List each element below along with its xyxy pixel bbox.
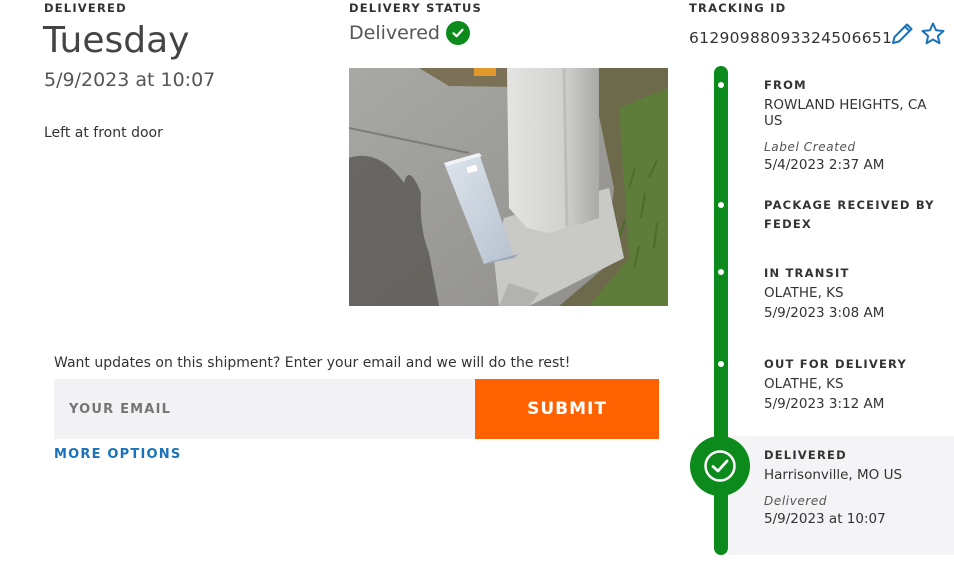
star-icon[interactable] xyxy=(920,21,946,47)
event-title: OUT FOR DELIVERY xyxy=(764,357,907,371)
check-circle-icon xyxy=(445,21,470,45)
delivery-photo[interactable] xyxy=(349,68,668,306)
submit-button[interactable]: SUBMIT xyxy=(475,379,659,439)
event-time: 5/9/2023 3:12 AM xyxy=(764,396,885,412)
event-time: 5/9/2023 at 10:07 xyxy=(764,511,886,527)
event-note: Delivered xyxy=(764,494,828,508)
event-title: PACKAGE RECEIVED BY FEDEX xyxy=(764,198,935,231)
delivery-note: Left at front door xyxy=(44,125,163,141)
event-location: ROWLAND HEIGHTS, CA US xyxy=(764,97,927,129)
timeline-event: FROM ROWLAND HEIGHTS, CA US Label Create… xyxy=(764,76,949,173)
delivery-datetime: 5/9/2023 at 10:07 xyxy=(44,69,216,91)
email-field-container xyxy=(54,379,475,439)
pencil-icon[interactable] xyxy=(889,21,915,47)
event-location: Harrisonville, MO US xyxy=(764,467,903,483)
delivered-check-circle xyxy=(690,436,750,496)
delivery-status-label: DELIVERY STATUS xyxy=(349,1,483,15)
event-time: 5/4/2023 2:37 AM xyxy=(764,157,885,173)
event-title: DELIVERED xyxy=(764,448,847,462)
timeline-event: IN TRANSIT OLATHE, KS 5/9/2023 3:08 AM xyxy=(764,264,949,321)
event-time: 5/9/2023 3:08 AM xyxy=(764,305,885,321)
delivery-status-value: Delivered xyxy=(349,22,440,44)
event-title: IN TRANSIT xyxy=(764,266,850,280)
email-field[interactable] xyxy=(54,379,449,439)
delivered-label: DELIVERED xyxy=(44,1,127,15)
timeline-dot xyxy=(718,82,724,88)
delivery-status: Delivered xyxy=(349,21,470,45)
timeline-event: OUT FOR DELIVERY OLATHE, KS 5/9/2023 3:1… xyxy=(764,355,949,412)
email-updates-prompt: Want updates on this shipment? Enter you… xyxy=(54,355,571,371)
check-circle-icon xyxy=(704,450,736,482)
event-title: FROM xyxy=(764,78,807,92)
event-location: OLATHE, KS xyxy=(764,285,844,301)
event-location: OLATHE, KS xyxy=(764,376,844,392)
delivery-day: Tuesday xyxy=(43,20,190,61)
timeline-dot xyxy=(718,269,724,275)
timeline-event-delivered: DELIVERED Harrisonville, MO US Delivered… xyxy=(764,446,949,527)
tracking-id-label: TRACKING ID xyxy=(689,1,787,15)
more-options-link[interactable]: MORE OPTIONS xyxy=(54,447,181,462)
event-note: Label Created xyxy=(764,140,856,154)
tracking-number: 612909880933245066​51 xyxy=(689,29,893,47)
timeline-dot xyxy=(718,361,724,367)
timeline-dot xyxy=(718,202,724,208)
timeline-event: PACKAGE RECEIVED BY FEDEX xyxy=(764,196,944,234)
